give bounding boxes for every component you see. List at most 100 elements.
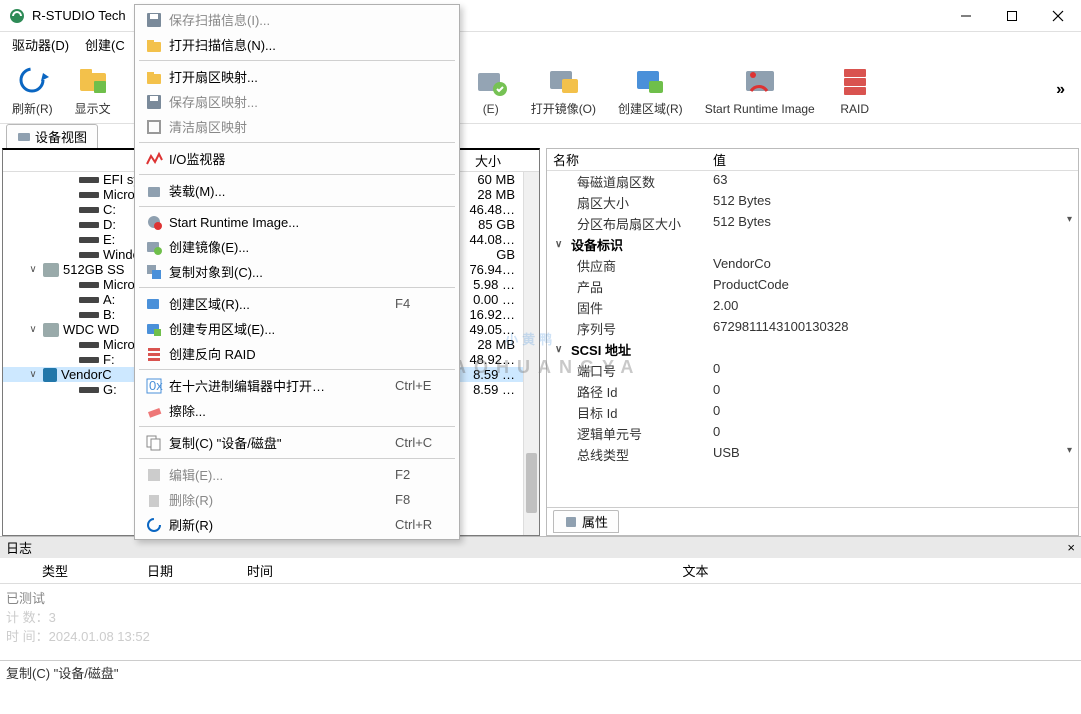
col-name-header[interactable]: 名称 <box>547 149 707 170</box>
menu-item[interactable]: 复制对象到(C)... <box>135 259 459 284</box>
log-close-button[interactable]: × <box>1067 540 1075 555</box>
hidden-e-button[interactable]: (E) <box>467 62 515 118</box>
property-key: 目标 Id <box>547 402 707 423</box>
device-size: 85 GB <box>453 217 523 232</box>
scrollbar[interactable] <box>523 172 539 535</box>
menu-item-label: 保存扇区映射... <box>169 92 395 111</box>
erase-icon <box>145 402 163 420</box>
menu-item[interactable]: 创建区域(R)...F4 <box>135 291 459 316</box>
folder-icon <box>75 62 111 98</box>
menu-item[interactable]: 创建反向 RAID <box>135 341 459 366</box>
property-row[interactable]: 供应商VendorCo <box>547 255 1078 276</box>
chevron-down-icon: ∨ <box>555 344 567 355</box>
show-files-button[interactable]: 显示文 <box>69 60 117 119</box>
expander-icon[interactable]: ∨ <box>27 369 39 380</box>
properties-grid[interactable]: 每磁道扇区数63扇区大小512 Bytes分区布局扇区大小512 Bytes∨设… <box>547 171 1078 507</box>
device-label: WDC WD <box>63 322 119 337</box>
menu-item[interactable]: 复制(C) "设备/磁盘"Ctrl+C <box>135 430 459 455</box>
property-row[interactable]: 目标 Id0 <box>547 402 1078 423</box>
menu-item[interactable]: 装载(M)... <box>135 178 459 203</box>
menu-drives[interactable]: 驱动器(D) <box>4 33 77 56</box>
refresh-button[interactable]: 刷新(R) <box>6 60 59 119</box>
property-group-label: 设备标识 <box>571 235 623 254</box>
device-label: VendorC <box>61 367 112 382</box>
log-col-time[interactable]: 时间 <box>210 558 310 583</box>
close-button[interactable] <box>1035 0 1081 32</box>
hdd-icon <box>43 263 59 277</box>
menu-item: 删除(R)F8 <box>135 487 459 512</box>
property-value[interactable]: USB <box>707 444 1078 465</box>
tab-properties[interactable]: 属性 <box>553 510 619 533</box>
menu-item[interactable]: 擦除... <box>135 398 459 423</box>
menu-create[interactable]: 创建(C <box>77 33 133 56</box>
device-size: 49.05… <box>453 322 523 337</box>
expander-icon[interactable]: ∨ <box>27 264 39 275</box>
raid-label: RAID <box>840 102 869 116</box>
save-icon <box>145 93 163 111</box>
device-size: 46.48… <box>453 202 523 217</box>
col-value-header[interactable]: 值 <box>707 149 1078 170</box>
raid-button[interactable]: RAID <box>831 62 879 118</box>
context-menu[interactable]: 保存扫描信息(I)... 打开扫描信息(N)... 打开扇区映射... 保存扇区映射.… <box>134 4 460 540</box>
open-icon <box>145 36 163 54</box>
property-row[interactable]: 固件2.00 <box>547 297 1078 318</box>
property-group[interactable]: ∨SCSI 地址 <box>547 339 1078 360</box>
col-size-header[interactable]: 大小 <box>469 150 539 171</box>
log-col-date[interactable]: 日期 <box>110 558 210 583</box>
property-value[interactable]: 512 Bytes <box>707 213 1078 234</box>
create-region-button[interactable]: 创建区域(R) <box>612 60 689 119</box>
property-row[interactable]: 端口号0 <box>547 360 1078 381</box>
menu-item-label: 复制对象到(C)... <box>169 262 395 281</box>
property-value: 0 <box>707 360 1078 381</box>
menu-item-label: 在十六进制编辑器中打开… <box>169 376 395 395</box>
property-row[interactable]: 产品ProductCode <box>547 276 1078 297</box>
menu-item[interactable]: 打开扇区映射... <box>135 64 459 89</box>
menu-item[interactable]: 创建镜像(E)... <box>135 234 459 259</box>
menu-item-label: 创建反向 RAID <box>169 344 395 363</box>
device-size: 5.98 … <box>453 277 523 292</box>
log-line-2: 计 数：3 <box>6 607 1075 626</box>
menu-item[interactable]: I/O监视器 <box>135 146 459 171</box>
log-col-type[interactable]: 类型 <box>0 558 110 583</box>
log-col-text[interactable]: 文本 <box>310 558 1081 583</box>
tab-device-view[interactable]: 设备视图 <box>6 124 98 148</box>
usb-icon <box>43 368 57 382</box>
device-label: G: <box>103 382 117 397</box>
refresh-icon <box>145 516 163 534</box>
maximize-button[interactable] <box>989 0 1035 32</box>
menu-item[interactable]: Start Runtime Image... <box>135 210 459 234</box>
open-image-button[interactable]: 打开镜像(O) <box>525 60 602 119</box>
minimize-button[interactable] <box>943 0 989 32</box>
image-icon <box>145 238 163 256</box>
region2-icon <box>145 320 163 338</box>
menu-item[interactable]: 创建专用区域(E)... <box>135 316 459 341</box>
property-row[interactable]: 扇区大小512 Bytes <box>547 192 1078 213</box>
scroll-thumb[interactable] <box>526 453 537 513</box>
property-row[interactable]: 逻辑单元号0 <box>547 423 1078 444</box>
property-row[interactable]: 分区布局扇区大小512 Bytes <box>547 213 1078 234</box>
menu-item-label: 保存扫描信息(I)... <box>169 10 395 29</box>
menu-item[interactable]: 打开扫描信息(N)... <box>135 32 459 57</box>
property-value: 0 <box>707 423 1078 444</box>
status-text: 复制(C) "设备/磁盘" <box>6 666 119 681</box>
toolbar-overflow-button[interactable]: » <box>1046 81 1075 99</box>
property-row[interactable]: 每磁道扇区数63 <box>547 171 1078 192</box>
property-key: 端口号 <box>547 360 707 381</box>
expander-icon[interactable]: ∨ <box>27 324 39 335</box>
menu-item-label: 创建区域(R)... <box>169 294 395 313</box>
property-key: 供应商 <box>547 255 707 276</box>
menu-item: 编辑(E)...F2 <box>135 462 459 487</box>
property-row[interactable]: 总线类型USB <box>547 444 1078 465</box>
property-row[interactable]: 路径 Id0 <box>547 381 1078 402</box>
device-label: 512GB SS <box>63 262 124 277</box>
menu-item-label: 复制(C) "设备/磁盘" <box>169 433 395 452</box>
log-columns: 类型 日期 时间 文本 <box>0 558 1081 584</box>
device-label: F: <box>103 352 115 367</box>
start-runtime-button[interactable]: Start Runtime Image <box>699 62 821 118</box>
device-label: D: <box>103 217 116 232</box>
menu-item[interactable]: 刷新(R)Ctrl+R <box>135 512 459 537</box>
property-group[interactable]: ∨设备标识 <box>547 234 1078 255</box>
menu-item[interactable]: 0x在十六进制编辑器中打开…Ctrl+E <box>135 373 459 398</box>
log-title-bar[interactable]: 日志 × <box>0 537 1081 558</box>
property-row[interactable]: 序列号6729811143100130328 <box>547 318 1078 339</box>
